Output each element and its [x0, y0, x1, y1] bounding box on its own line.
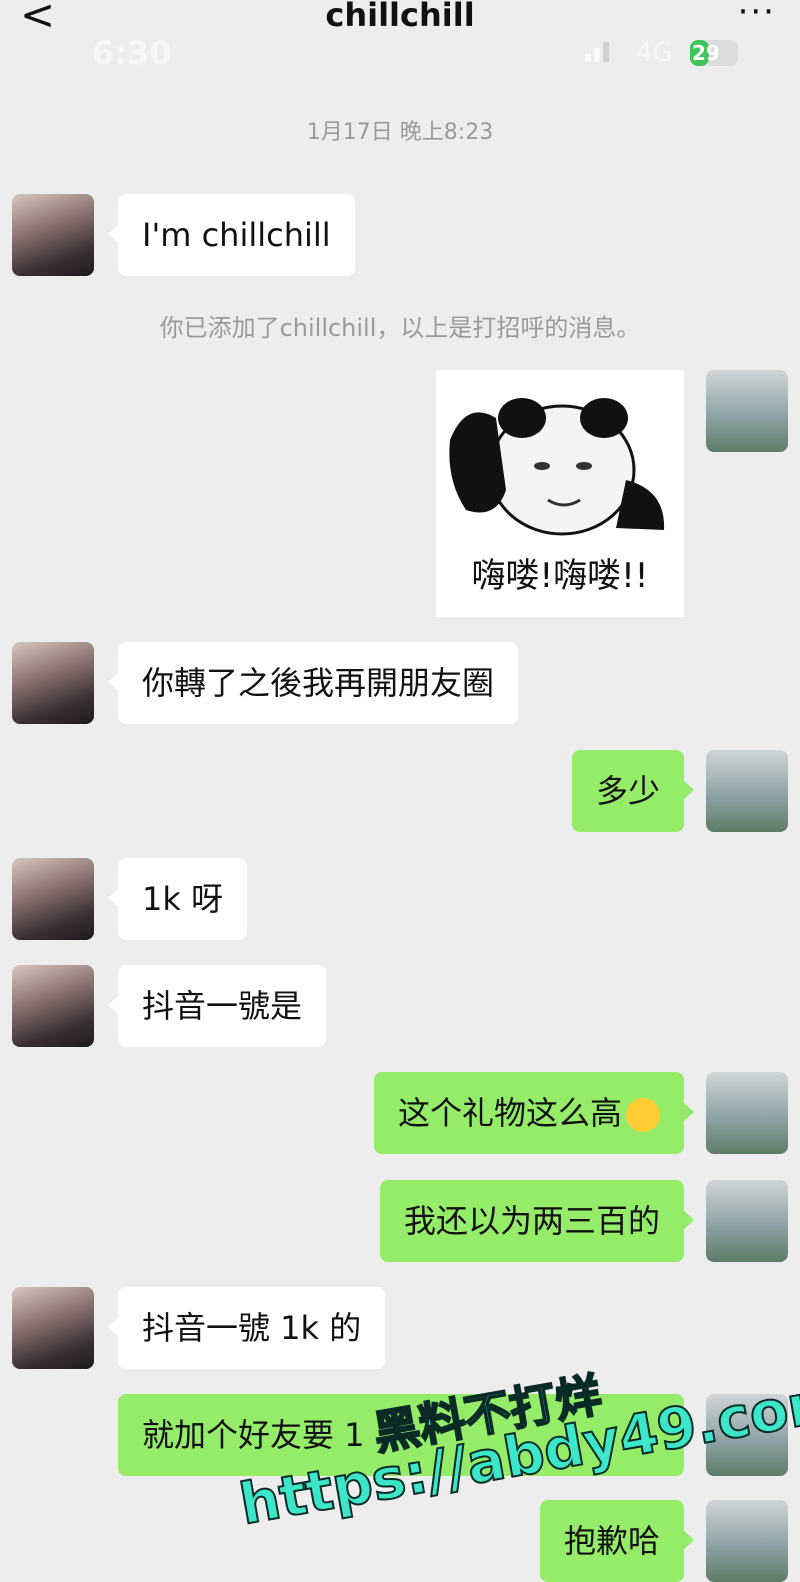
- chat-title: chillchill: [325, 0, 475, 34]
- laughing-emoji-icon: [626, 1098, 660, 1132]
- message-bubble-received[interactable]: 你轉了之後我再開朋友圈: [108, 642, 519, 724]
- contact-avatar[interactable]: [12, 642, 94, 724]
- message-bubble-received[interactable]: 1k 呀: [108, 858, 248, 940]
- message-bubble-received[interactable]: 抖音一號 1k 的: [108, 1287, 386, 1369]
- chat-timestamp: 1月17日 晚上8:23: [306, 120, 494, 145]
- message-bubble-sent[interactable]: 这个礼物这么高: [373, 1072, 694, 1154]
- my-avatar[interactable]: [706, 1500, 788, 1582]
- contact-avatar[interactable]: [12, 1287, 94, 1369]
- my-avatar[interactable]: [706, 1180, 788, 1262]
- message-bubble-sent[interactable]: 我还以为两三百的: [379, 1180, 694, 1262]
- my-avatar[interactable]: [706, 370, 788, 452]
- message-bubble-sent[interactable]: 多少: [571, 750, 694, 832]
- signal-icon: [585, 42, 612, 62]
- message-text: I'm chillchill: [142, 216, 331, 254]
- contact-avatar[interactable]: [12, 194, 94, 276]
- system-notice: 你已添加了chillchill，以上是打招呼的消息。: [159, 314, 641, 342]
- my-avatar[interactable]: [706, 750, 788, 832]
- message-text: 这个礼物这么高: [397, 1094, 622, 1132]
- sticker-message[interactable]: 嗨喽!嗨喽!!: [436, 370, 684, 617]
- message-bubble-received[interactable]: I'm chillchill: [108, 194, 355, 276]
- message-text: 1k 呀: [142, 880, 224, 918]
- message-text: 我还以为两三百的: [403, 1202, 660, 1240]
- contact-avatar[interactable]: [12, 965, 94, 1047]
- contact-avatar[interactable]: [12, 858, 94, 940]
- more-options-icon[interactable]: ···: [738, 0, 776, 32]
- message-text: 就加个好友要 1: [142, 1416, 365, 1454]
- status-time: 6:30: [92, 34, 172, 72]
- panda-meme-icon: [449, 398, 665, 536]
- my-avatar[interactable]: [706, 1072, 788, 1154]
- battery-icon: 29: [690, 40, 738, 66]
- message-bubble-received[interactable]: 抖音一號是: [108, 965, 327, 1047]
- message-text: 抖音一號 1k 的: [142, 1309, 362, 1347]
- message-text: 多少: [595, 772, 660, 810]
- message-text: 抱歉哈: [563, 1522, 660, 1560]
- message-text: 你轉了之後我再開朋友圈: [142, 664, 495, 702]
- network-label: 4G: [636, 38, 673, 68]
- message-text: 抖音一號是: [142, 987, 303, 1025]
- battery-level: 29: [692, 41, 720, 65]
- message-bubble-sent[interactable]: 抱歉哈: [539, 1500, 694, 1582]
- sticker-caption: 嗨喽!嗨喽!!: [471, 556, 649, 596]
